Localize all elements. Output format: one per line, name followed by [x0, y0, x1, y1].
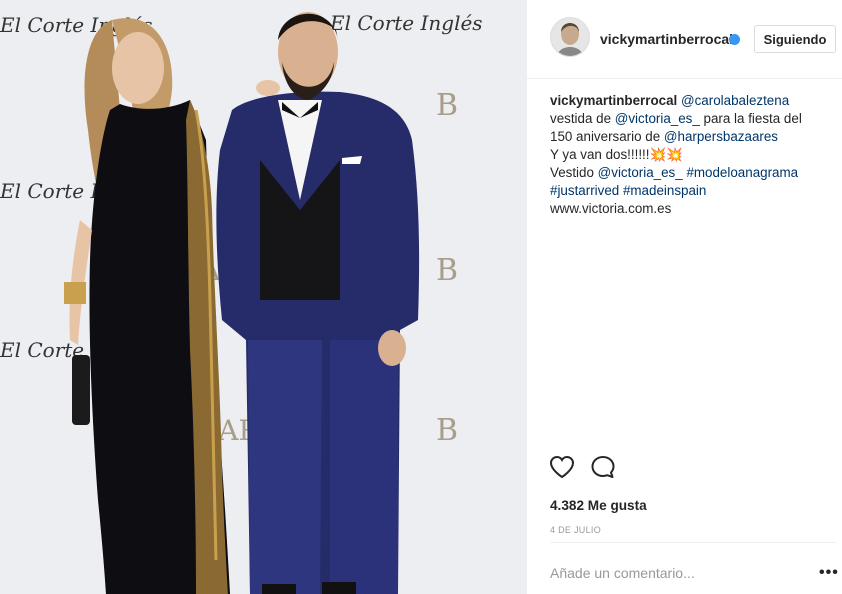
caption-hashtag[interactable]: #justarrived	[550, 183, 619, 198]
caption-url: www.victoria.com.es	[550, 201, 672, 216]
caption-text: Y ya van dos!!!!!!💥💥	[550, 147, 683, 162]
avatar-image	[551, 18, 589, 56]
caption-mention[interactable]: @carolabaleztena	[681, 93, 789, 108]
comment-input[interactable]	[550, 563, 800, 583]
post-details-panel: vickymartinberrocal Siguiendo vickymarti…	[527, 0, 842, 594]
backdrop-logo-text: B	[436, 413, 458, 448]
caption-username[interactable]: vickymartinberrocal	[550, 93, 677, 108]
more-options-icon[interactable]: •••	[819, 564, 839, 582]
caption-mention[interactable]: @victoria_es_	[615, 111, 700, 126]
caption-mention[interactable]: @harpersbazaares	[664, 129, 778, 144]
likes-count[interactable]: 4.382 Me gusta	[550, 498, 647, 513]
backdrop-logo-text: B	[436, 88, 458, 123]
caption-hashtag[interactable]: #madeinspain	[623, 183, 706, 198]
post-photo-illustration: El Corte Inglés El Corte Inglés El Corte…	[0, 0, 527, 594]
post-caption: vickymartinberrocal @carolabaleztena ves…	[550, 92, 820, 218]
heart-icon[interactable]	[549, 455, 575, 479]
following-button[interactable]: Siguiendo	[754, 25, 836, 53]
comment-icon[interactable]	[590, 455, 616, 479]
caption-hashtag[interactable]: #modeloanagrama	[686, 165, 798, 180]
verified-badge-icon	[729, 34, 740, 45]
caption-text: Vestido	[550, 165, 598, 180]
divider	[550, 542, 836, 543]
post-date: 4 DE JULIO	[550, 525, 602, 535]
post-header: vickymartinberrocal Siguiendo	[527, 0, 842, 79]
post-username[interactable]: vickymartinberrocal	[600, 31, 733, 47]
avatar[interactable]	[550, 17, 590, 57]
backdrop-logo-text: B	[436, 253, 458, 288]
post-photo[interactable]: El Corte Inglés El Corte Inglés El Corte…	[0, 0, 527, 594]
backdrop-logo-text: El Corte Inglés	[329, 11, 483, 35]
caption-mention[interactable]: @victoria_es_	[598, 165, 683, 180]
caption-text: vestida de	[550, 111, 615, 126]
post-actions	[527, 455, 842, 485]
